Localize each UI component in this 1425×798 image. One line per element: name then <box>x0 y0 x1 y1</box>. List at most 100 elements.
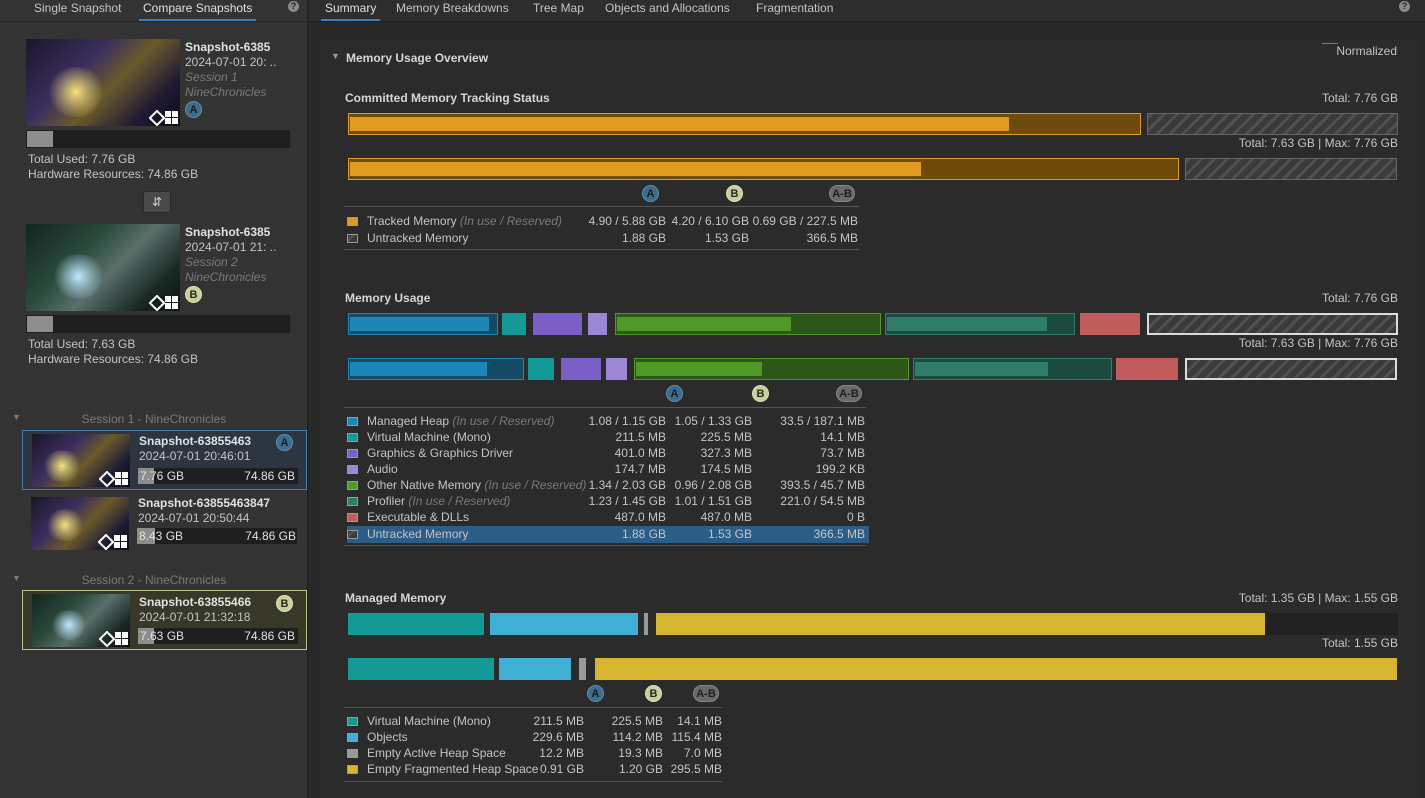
tab-compare-snapshots[interactable]: Compare Snapshots <box>139 0 257 21</box>
table-row[interactable]: Executable & DLLs 487.0 MB 487.0 MB 0 B <box>347 509 869 525</box>
value-b: 1.05 / 1.33 GB <box>674 414 752 428</box>
swatch <box>347 481 358 490</box>
tab-objects-and-allocations[interactable]: Objects and Allocations <box>605 0 730 21</box>
usage-graphics-bar-b[interactable] <box>561 358 601 380</box>
managed-vm-bar-a[interactable] <box>348 613 484 635</box>
session-header[interactable]: ▼ Session 2 - NineChronicles <box>0 571 308 589</box>
table-row[interactable]: Other Native Memory (In use / Reserved) 1… <box>347 477 869 493</box>
table-row[interactable]: Virtual Machine (Mono) 211.5 MB 225.5 MB 14… <box>347 713 725 729</box>
usage-profiler-bar-b[interactable] <box>913 358 1112 380</box>
committed-tracked-bar-a[interactable] <box>348 113 1141 135</box>
snapshot-list-item[interactable]: Snapshot-63855466 2024-07-01 21:32:18 B … <box>22 590 307 650</box>
table-separator <box>344 407 866 408</box>
usage-untracked-bar-b[interactable] <box>1185 358 1397 380</box>
usage-vm-bar-a[interactable] <box>502 313 526 335</box>
badge-a: A <box>276 434 293 451</box>
usage-vm-bar-b[interactable] <box>528 358 554 380</box>
table-row[interactable]: Audio 174.7 MB 174.5 MB 199.2 KB <box>347 461 869 477</box>
row-label: Virtual Machine (Mono) <box>367 430 491 444</box>
managed-empty-active-bar-a[interactable] <box>644 613 648 635</box>
table-row[interactable]: Profiler (In use / Reserved) 1.23 / 1.45 … <box>347 493 869 509</box>
managed-objects-bar-a[interactable] <box>490 613 638 635</box>
overview-title[interactable]: Memory Usage Overview <box>346 51 488 65</box>
analysis-panel: Summary Memory Breakdowns Tree Map Objec… <box>309 0 1425 798</box>
usage-audio-bar-a[interactable] <box>588 313 607 335</box>
snapshot-a-session: Session 1 <box>185 70 238 84</box>
value-ab: 0 B <box>846 510 865 524</box>
table-row[interactable]: Graphics & Graphics Driver 401.0 MB 327.3 … <box>347 445 869 461</box>
unity-icon <box>148 109 166 126</box>
snapshot-total: 74.86 GB <box>244 469 295 483</box>
snapshot-list-item[interactable]: Snapshot-63855463 2024-07-01 20:46:01 A … <box>22 430 307 490</box>
value-a: 401.0 MB <box>614 446 666 460</box>
usage-untracked-bar-a[interactable] <box>1147 313 1398 335</box>
committed-untracked-bar-b[interactable] <box>1185 158 1397 180</box>
committed-row-untracked[interactable]: Untracked Memory 1.88 GB 1.53 GB 366.5 M… <box>347 230 862 246</box>
table-row[interactable]: Untracked Memory 1.88 GB 1.53 GB 366.5 MB <box>347 526 869 543</box>
tab-memory-breakdowns[interactable]: Memory Breakdowns <box>396 0 509 21</box>
tab-single-snapshot[interactable]: Single Snapshot <box>34 0 121 21</box>
swap-snapshots-button[interactable]: ⇵ <box>143 191 171 213</box>
managed-vm-bar-b[interactable] <box>348 658 494 680</box>
row-label: Profiler (In use / Reserved) <box>367 494 511 508</box>
value-ab: 295.5 MB <box>670 762 722 776</box>
usage-audio-bar-b[interactable] <box>606 358 627 380</box>
tab-tree-map[interactable]: Tree Map <box>533 0 584 21</box>
snapshot-list-item[interactable]: Snapshot-63855463847 2024-07-01 20:50:44… <box>22 494 307 554</box>
committed-tracked-bar-b[interactable] <box>348 158 1179 180</box>
session-header[interactable]: ▼ Session 1 - NineChronicles <box>0 410 308 428</box>
snapshot-b-date: 2024-07-01 21: .. <box>185 240 277 254</box>
swatch <box>347 465 358 474</box>
snapshot-b-total-used: Total Used: 7.63 GB <box>28 337 136 351</box>
snapshot-b-thumbnail <box>26 224 180 311</box>
usage-managed-heap-bar-a[interactable] <box>348 313 498 335</box>
value-ab: 0.69 GB / 227.5 MB <box>752 214 858 228</box>
value-a: 211.5 MB <box>615 430 666 444</box>
value-b: 225.5 MB <box>611 714 663 728</box>
column-badge-ab: A-B <box>829 185 855 202</box>
help-icon[interactable]: ? <box>288 1 299 12</box>
normalized-toggle[interactable]: Normalized <box>1336 44 1397 58</box>
value-ab: 73.7 MB <box>820 446 865 460</box>
value-ab: 7.0 MB <box>683 746 722 760</box>
committed-row-tracked[interactable]: Tracked Memory (In use / Reserved) 4.90 … <box>347 213 862 229</box>
managed-fragmented-bar-b[interactable] <box>595 658 1397 680</box>
value-a: 487.0 MB <box>614 510 666 524</box>
table-row[interactable]: Empty Fragmented Heap Space 0.91 GB 1.20 G… <box>347 761 725 777</box>
row-label: Audio <box>367 462 398 476</box>
windows-icon <box>115 472 128 485</box>
usage-profiler-bar-a[interactable] <box>885 313 1075 335</box>
table-row[interactable]: Objects 229.6 MB 114.2 MB 115.4 MB <box>347 729 725 745</box>
column-badge-a: A <box>642 185 659 202</box>
snapshot-name: Snapshot-63855466 <box>139 595 252 609</box>
snapshot-b-product: NineChronicles <box>185 270 267 284</box>
table-row[interactable]: Virtual Machine (Mono) 211.5 MB 225.5 MB 14… <box>347 429 869 445</box>
value-ab: 366.5 MB <box>813 527 865 541</box>
tab-fragmentation[interactable]: Fragmentation <box>756 0 833 21</box>
table-row[interactable]: Managed Heap (In use / Reserved) 1.08 / 1… <box>347 413 869 429</box>
table-separator <box>344 707 722 708</box>
usage-managed-heap-bar-b[interactable] <box>348 358 524 380</box>
column-badge-a: A <box>587 685 604 702</box>
committed-untracked-bar-a[interactable] <box>1147 113 1398 135</box>
managed-objects-bar-b[interactable] <box>499 658 571 680</box>
usage-total-a: Total: 7.76 GB <box>1321 291 1398 305</box>
usage-graphics-bar-a[interactable] <box>533 313 582 335</box>
managed-title: Managed Memory <box>345 591 447 605</box>
help-icon[interactable]: ? <box>1399 1 1410 12</box>
snapshot-a-thumbnail <box>26 39 180 126</box>
usage-executables-bar-b[interactable] <box>1116 358 1178 380</box>
snapshot-b-name: Snapshot-6385 <box>185 225 271 239</box>
usage-other-native-bar-b[interactable] <box>634 358 909 380</box>
foldout-triangle-icon[interactable]: ▼ <box>331 51 340 61</box>
swatch <box>347 717 358 726</box>
managed-empty-active-bar-b[interactable] <box>579 658 586 680</box>
usage-other-native-bar-a[interactable] <box>615 313 881 335</box>
tab-summary[interactable]: Summary <box>321 0 381 21</box>
snapshot-mode-tabs: Single Snapshot Compare Snapshots ? <box>0 0 308 22</box>
managed-fragmented-bar-a[interactable] <box>656 613 1265 635</box>
table-row[interactable]: Empty Active Heap Space 12.2 MB 19.3 MB 7.0… <box>347 745 725 761</box>
table-separator <box>344 249 859 250</box>
usage-executables-bar-a[interactable] <box>1080 313 1140 335</box>
value-a: 1.88 GB <box>621 527 666 541</box>
